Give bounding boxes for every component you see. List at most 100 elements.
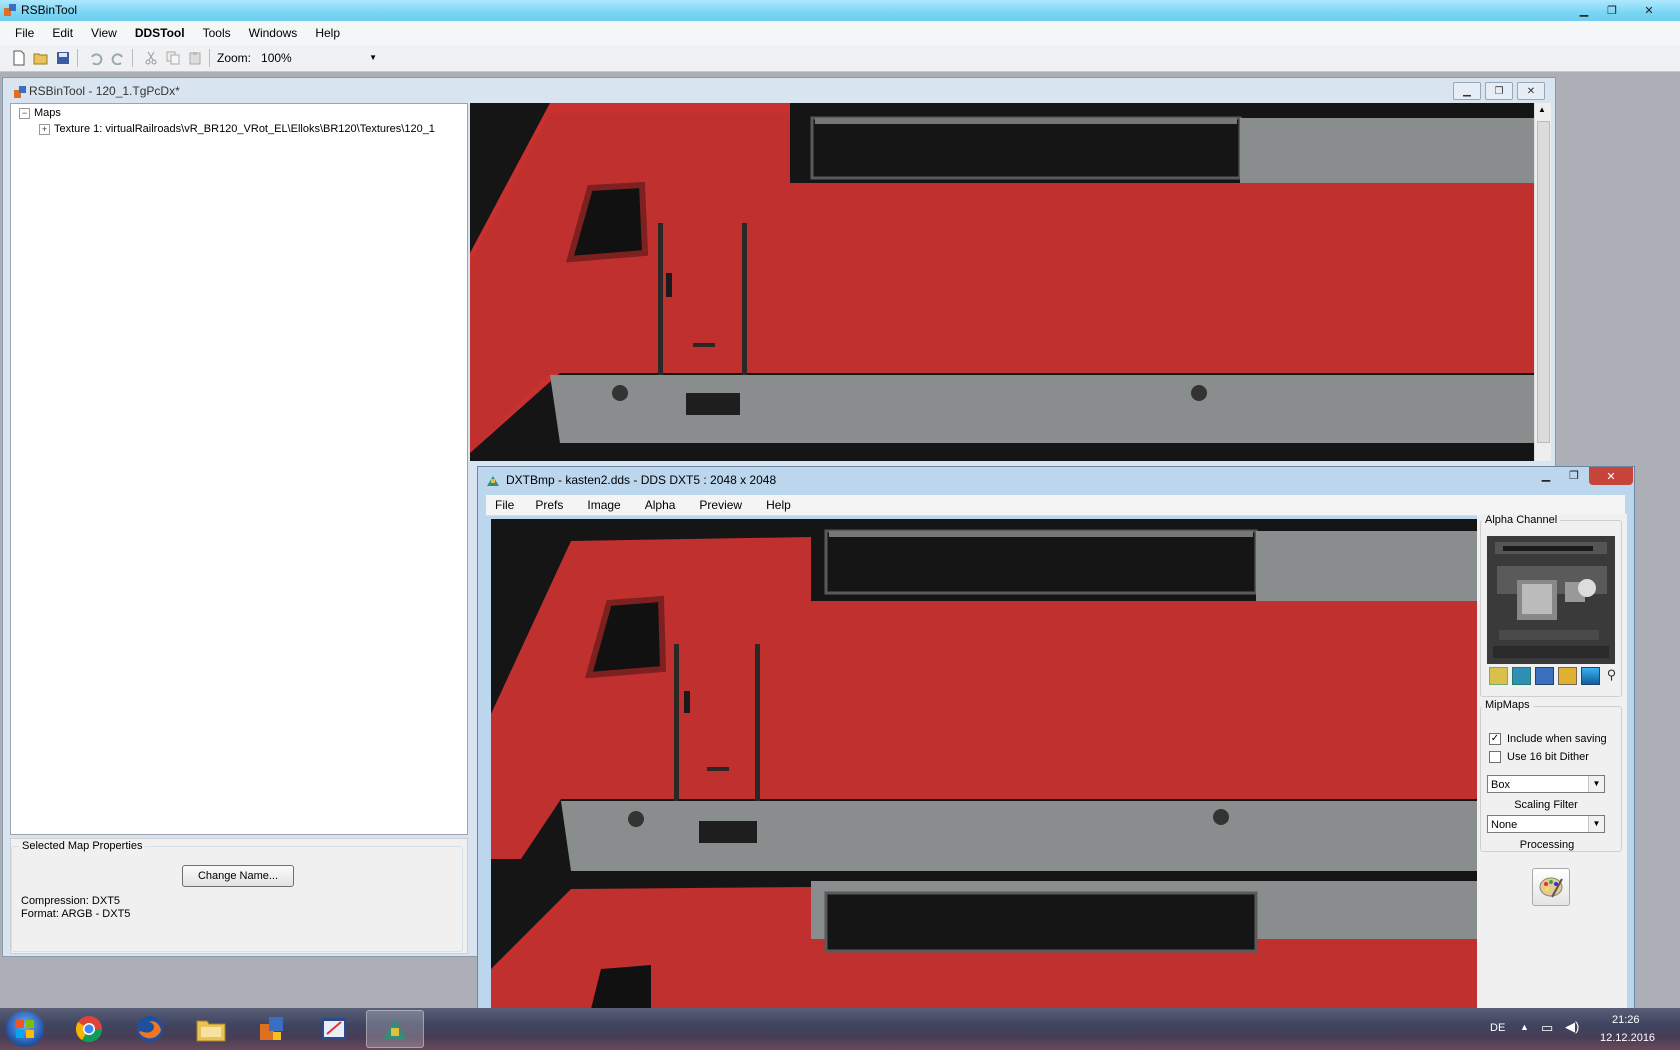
close-button[interactable]: ✕	[1628, 2, 1670, 18]
scroll-up-icon[interactable]: ▲	[1538, 105, 1546, 114]
use-16bit-dither-checkbox[interactable]: Use 16 bit Dither	[1489, 751, 1589, 763]
app-blocks-icon	[260, 1017, 283, 1040]
menu-view[interactable]: View	[82, 26, 126, 40]
restore-button[interactable]: ❐	[1600, 2, 1624, 18]
import-alpha-icon[interactable]	[1512, 667, 1531, 685]
expand-icon[interactable]: +	[39, 123, 50, 135]
dxt-restore-button[interactable]: ❐	[1561, 467, 1587, 483]
open-alpha-icon[interactable]	[1489, 667, 1508, 685]
paste-icon[interactable]	[186, 49, 204, 67]
locomotive-texture-image	[470, 103, 1534, 461]
dxt-menu-prefs[interactable]: Prefs	[523, 498, 575, 512]
maps-tree[interactable]: − Maps + Texture 1: virtualRailroads\vR_BR…	[10, 103, 468, 835]
dxt-menu-file[interactable]: File	[486, 498, 523, 512]
taskbar-app-blocks[interactable]	[243, 1010, 301, 1048]
scroll-thumb[interactable]	[1537, 121, 1550, 443]
main-menubar: File Edit View DDSTool Tools Windows Hel…	[0, 21, 1680, 45]
dxtbmp-app-icon	[487, 476, 499, 486]
taskbar-firefox[interactable]	[121, 1010, 179, 1048]
dxtbmp-image-canvas[interactable]	[491, 519, 1539, 1009]
change-name-button[interactable]: Change Name...	[182, 865, 294, 887]
mipmaps-label: MipMaps	[1482, 699, 1533, 711]
zoom-value: 100%	[261, 51, 292, 65]
dxt-menu-image[interactable]: Image	[575, 498, 632, 512]
compression-text: Compression: DXT5	[21, 895, 121, 907]
chevron-down-icon: ▼	[1588, 816, 1604, 832]
dxt-close-button[interactable]: ✕	[1589, 467, 1633, 485]
export-alpha-icon[interactable]	[1535, 667, 1554, 685]
alpha-thumbnail-image	[1487, 536, 1615, 664]
document-icon	[14, 86, 26, 98]
alpha-channel-preview[interactable]	[1487, 536, 1615, 664]
show-hidden-icons-icon[interactable]: ▲	[1520, 1022, 1529, 1032]
toolbar-separator	[77, 49, 78, 67]
child-minimize-button[interactable]: ▁	[1453, 82, 1481, 100]
dxt-menu-alpha[interactable]: Alpha	[633, 498, 688, 512]
alpha-tool-icons: ⚲	[1489, 667, 1619, 685]
tree-node-label: Texture 1: virtualRailroads\vR_BR120_VRo…	[54, 123, 435, 135]
menu-windows[interactable]: Windows	[240, 26, 307, 40]
scaling-filter-label: Scaling Filter	[1514, 799, 1578, 811]
scaling-filter-value: Box	[1491, 779, 1510, 791]
new-icon[interactable]	[10, 49, 28, 67]
clock-date[interactable]: 12.12.2016	[1600, 1032, 1655, 1044]
processing-select[interactable]: None ▼	[1487, 815, 1605, 833]
checkbox-checked-icon: ✓	[1489, 733, 1501, 745]
texture-preview[interactable]	[470, 103, 1534, 461]
chevron-down-icon: ▼	[1588, 776, 1604, 792]
dxtbmp-title: DXTBmp - kasten2.dds - DDS DXT5 : 2048 x…	[506, 473, 777, 487]
palette-icon	[1539, 877, 1563, 898]
folder-icon	[196, 1020, 226, 1042]
menu-file[interactable]: File	[6, 26, 43, 40]
dxt-minimize-button[interactable]: ▁	[1533, 467, 1559, 483]
language-indicator[interactable]: DE	[1490, 1022, 1505, 1034]
cut-icon[interactable]	[142, 49, 160, 67]
start-button[interactable]	[6, 1011, 44, 1047]
collapse-icon[interactable]: −	[19, 107, 30, 119]
use-16bit-dither-label: Use 16 bit Dither	[1507, 751, 1589, 763]
child-window-title: RSBinTool - 120_1.TgPcDx*	[29, 84, 180, 98]
menu-help[interactable]: Help	[306, 26, 349, 40]
include-when-saving-checkbox[interactable]: ✓ Include when saving	[1489, 733, 1607, 745]
taskbar-dxtbmp[interactable]	[366, 1010, 424, 1048]
taskbar-explorer[interactable]	[182, 1010, 240, 1048]
dxt-menu-preview[interactable]: Preview	[687, 498, 754, 512]
menu-ddstool[interactable]: DDSTool	[126, 26, 194, 40]
window-caption-buttons: ▁ ❐ ✕	[1572, 2, 1670, 18]
palette-button[interactable]	[1532, 868, 1570, 906]
clock-time[interactable]: 21:26	[1612, 1014, 1640, 1026]
scaling-filter-select[interactable]: Box ▼	[1487, 775, 1605, 793]
menu-edit[interactable]: Edit	[43, 26, 82, 40]
zoom-icon[interactable]: ⚲	[1604, 667, 1619, 683]
main-title-bar: RSBinTool ▁ ❐ ✕	[0, 0, 1680, 21]
editor-icon	[322, 1018, 346, 1040]
minimize-button[interactable]: ▁	[1572, 2, 1596, 18]
format-text: Format: ARGB - DXT5	[21, 908, 131, 920]
folder-alpha-icon[interactable]	[1558, 667, 1577, 685]
child-restore-button[interactable]: ❐	[1485, 82, 1513, 100]
menu-tools[interactable]: Tools	[194, 26, 240, 40]
dxtbmp-menubar: File Prefs Image Alpha Preview Help	[486, 495, 1625, 516]
redo-icon[interactable]	[109, 49, 127, 67]
texture-vertical-scrollbar[interactable]: ▲	[1534, 103, 1551, 461]
chevron-down-icon: ▼	[369, 53, 378, 62]
tree-root-maps[interactable]: − Maps	[19, 107, 61, 119]
taskbar-chrome[interactable]	[60, 1010, 118, 1048]
dxt-menu-help[interactable]: Help	[754, 498, 803, 512]
tree-node-texture[interactable]: + Texture 1: virtualRailroads\vR_BR120_VR…	[39, 123, 435, 135]
child-close-button[interactable]: ✕	[1517, 82, 1545, 100]
volume-icon[interactable]: ◀)	[1565, 1019, 1579, 1035]
network-icon[interactable]: ▭	[1541, 1020, 1553, 1036]
windows-logo-icon	[16, 1020, 34, 1038]
image-alpha-icon[interactable]	[1581, 667, 1600, 685]
undo-icon[interactable]	[87, 49, 105, 67]
save-icon[interactable]	[54, 49, 72, 67]
zoom-select[interactable]: 100% ▼	[259, 49, 381, 67]
copy-icon[interactable]	[164, 49, 182, 67]
dxt-side-panel: Alpha Channel ⚲ MipMaps ✓ Include when s…	[1477, 514, 1627, 1010]
taskbar-editor[interactable]	[305, 1010, 363, 1048]
properties-group-label: Selected Map Properties	[19, 840, 146, 852]
open-icon[interactable]	[32, 49, 50, 67]
include-when-saving-label: Include when saving	[1507, 733, 1607, 745]
dxtbmp-caption-buttons: ▁ ❐ ✕	[1533, 467, 1633, 485]
